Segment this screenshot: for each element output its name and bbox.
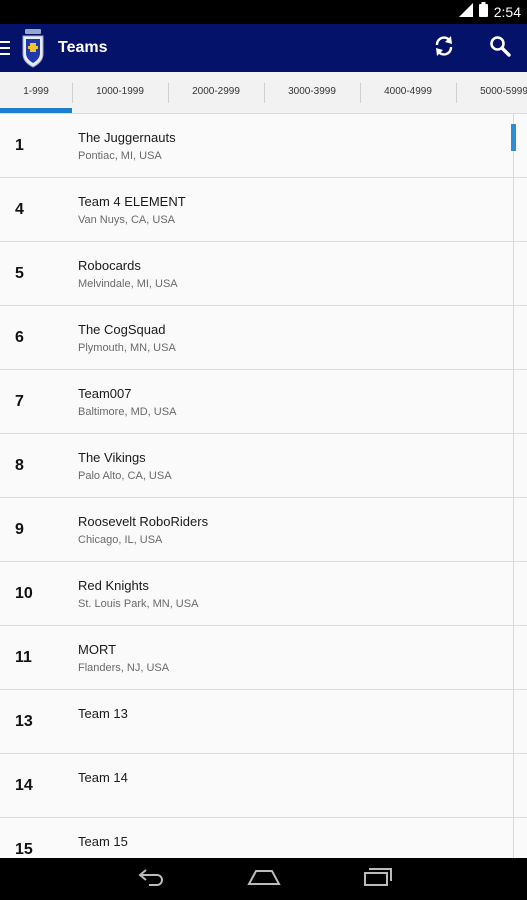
range-tabs: 1-999 1000-1999 2000-2999 3000-3999 4000… — [0, 72, 527, 114]
refresh-button[interactable] — [420, 24, 468, 72]
team-name: Robocards — [78, 258, 141, 273]
team-number: 5 — [15, 265, 24, 282]
team-number: 6 — [15, 329, 24, 346]
refresh-icon — [433, 35, 455, 62]
team-name: Team 4 ELEMENT — [78, 194, 186, 209]
team-row[interactable]: 1 The Juggernauts Pontiac, MI, USA — [0, 114, 527, 178]
back-button[interactable] — [120, 858, 184, 900]
team-row[interactable]: 13 Team 13 — [0, 690, 527, 754]
tab-4000-4999[interactable]: 4000-4999 — [360, 72, 456, 113]
home-icon — [247, 868, 281, 891]
search-icon — [489, 35, 511, 62]
tab-3000-3999[interactable]: 3000-3999 — [264, 72, 360, 113]
team-number: 13 — [15, 713, 33, 730]
search-button[interactable] — [476, 24, 524, 72]
recent-apps-icon — [363, 867, 393, 892]
team-location: Plymouth, MN, USA — [78, 342, 176, 354]
team-name: The Juggernauts — [78, 130, 176, 145]
menu-icon[interactable] — [0, 37, 10, 59]
team-name: The Vikings — [78, 450, 146, 465]
team-row[interactable]: 8 The Vikings Palo Alto, CA, USA — [0, 434, 527, 498]
team-row[interactable]: 9 Roosevelt RoboRiders Chicago, IL, USA — [0, 498, 527, 562]
tab-5000-5999[interactable]: 5000-5999 — [456, 72, 527, 113]
team-name: Red Knights — [78, 578, 149, 593]
team-name: Team 15 — [78, 834, 128, 849]
status-bar: 2:54 — [0, 0, 527, 24]
team-location: Van Nuys, CA, USA — [78, 214, 175, 226]
team-name: Team 14 — [78, 770, 128, 785]
team-location: Chicago, IL, USA — [78, 534, 163, 546]
status-time: 2:54 — [493, 4, 521, 20]
team-row[interactable]: 7 Team007 Baltimore, MD, USA — [0, 370, 527, 434]
team-location: Melvindale, MI, USA — [78, 278, 178, 290]
app-logo[interactable] — [21, 28, 45, 68]
home-button[interactable] — [232, 858, 296, 900]
navigation-bar — [0, 858, 527, 900]
recent-apps-button[interactable] — [346, 858, 410, 900]
team-name: Roosevelt RoboRiders — [78, 514, 209, 529]
team-location: Pontiac, MI, USA — [78, 150, 162, 162]
team-row[interactable]: 5 Robocards Melvindale, MI, USA — [0, 242, 527, 306]
team-location: St. Louis Park, MN, USA — [78, 598, 199, 610]
team-name: The CogSquad — [78, 322, 166, 337]
team-number: 14 — [15, 777, 33, 794]
team-number: 1 — [15, 137, 24, 154]
team-location: Flanders, NJ, USA — [78, 662, 170, 674]
scrollbar-thumb[interactable] — [511, 124, 516, 151]
team-number: 7 — [15, 393, 24, 410]
signal-icon — [458, 2, 475, 22]
team-number: 4 — [15, 201, 24, 218]
action-bar: Teams — [0, 24, 527, 72]
selected-tab-indicator — [0, 108, 72, 113]
team-row[interactable]: 14 Team 14 — [0, 754, 527, 818]
team-row[interactable]: 6 The CogSquad Plymouth, MN, USA — [0, 306, 527, 370]
team-number: 11 — [15, 649, 32, 666]
status-icons: 2:54 — [458, 0, 521, 24]
team-row[interactable]: 4 Team 4 ELEMENT Van Nuys, CA, USA — [0, 178, 527, 242]
scrollbar-track — [513, 114, 514, 858]
tab-1000-1999[interactable]: 1000-1999 — [72, 72, 168, 113]
battery-icon — [478, 2, 488, 22]
team-name: Team007 — [78, 386, 132, 401]
team-name: Team 13 — [78, 706, 128, 721]
back-icon — [137, 867, 167, 892]
team-row[interactable]: 15 Team 15 — [0, 818, 527, 858]
tab-2000-2999[interactable]: 2000-2999 — [168, 72, 264, 113]
team-number: 15 — [15, 841, 33, 858]
team-list[interactable]: 1 The Juggernauts Pontiac, MI, USA 4 Tea… — [0, 114, 527, 858]
team-location: Baltimore, MD, USA — [78, 406, 177, 418]
team-number: 10 — [15, 585, 33, 602]
team-number: 8 — [15, 457, 24, 474]
page-title: Teams — [58, 39, 108, 56]
team-location: Palo Alto, CA, USA — [78, 470, 172, 482]
team-name: MORT — [78, 642, 117, 657]
team-row[interactable]: 10 Red Knights St. Louis Park, MN, USA — [0, 562, 527, 626]
team-row[interactable]: 11 MORT Flanders, NJ, USA — [0, 626, 527, 690]
team-number: 9 — [15, 521, 24, 538]
